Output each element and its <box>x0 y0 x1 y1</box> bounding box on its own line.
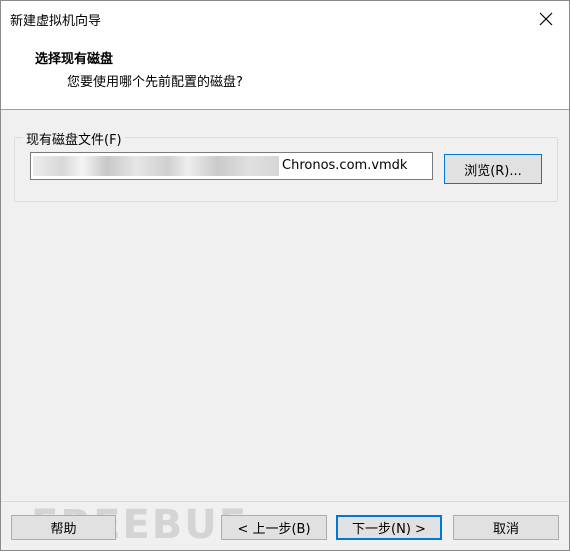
existing-disk-label: 现有磁盘文件(F) <box>23 129 125 148</box>
page-title: 选择现有磁盘 <box>35 52 114 67</box>
close-icon <box>539 12 553 26</box>
disk-path-value: Chronos.com.vmdk <box>282 158 408 173</box>
back-button[interactable]: < 上一步(B) <box>221 515 327 540</box>
cancel-button[interactable]: 取消 <box>453 515 559 540</box>
close-button[interactable] <box>523 1 569 37</box>
new-vm-wizard-window: 新建虚拟机向导 选择现有磁盘 您要使用哪个先前配置的磁盘? 现有磁盘文件(F) … <box>0 0 570 551</box>
footer-divider <box>1 501 569 502</box>
disk-path-input[interactable]: Chronos.com.vmdk <box>30 152 433 180</box>
existing-disk-group: 现有磁盘文件(F) Chronos.com.vmdk 浏览(R)... <box>14 129 558 202</box>
next-button[interactable]: 下一步(N) > <box>336 515 442 540</box>
redacted-path-segment <box>33 156 279 176</box>
help-button[interactable]: 帮助 <box>11 515 116 540</box>
page-subtitle: 您要使用哪个先前配置的磁盘? <box>67 75 243 90</box>
title-bar: 新建虚拟机向导 <box>1 1 569 37</box>
wizard-header: 选择现有磁盘 您要使用哪个先前配置的磁盘? <box>1 37 569 110</box>
window-title: 新建虚拟机向导 <box>10 14 102 29</box>
browse-button[interactable]: 浏览(R)... <box>444 154 542 184</box>
